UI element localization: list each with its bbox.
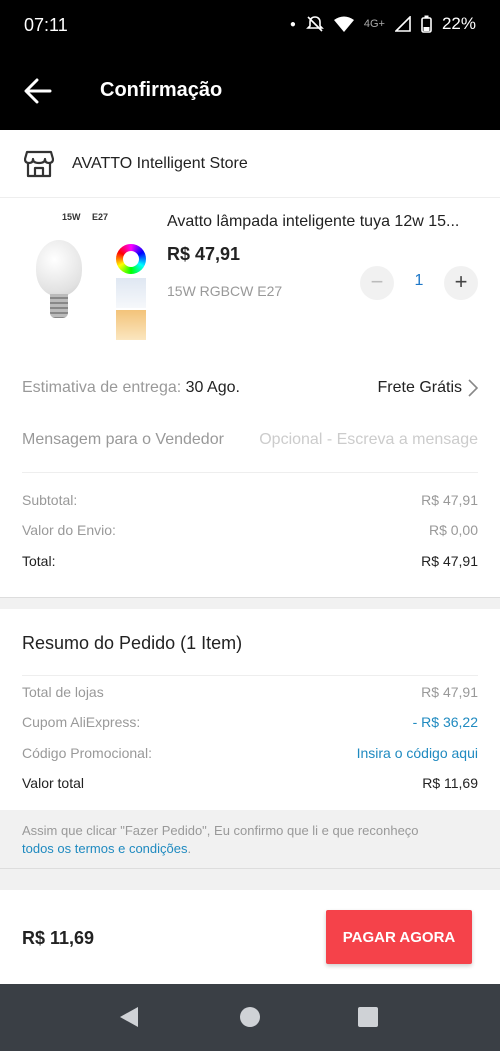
seller-message-input[interactable] xyxy=(248,431,478,449)
store-header[interactable]: AVATTO Intelligent Store xyxy=(0,130,500,198)
terms-notice: Assim que clicar "Fazer Pedido", Eu conf… xyxy=(0,810,500,868)
seller-message-row: Mensagem para o Vendedor xyxy=(22,428,478,452)
bulb-base-image xyxy=(50,294,68,318)
status-time: 07:11 xyxy=(24,15,68,35)
store-name: AVATTO Intelligent Store xyxy=(72,155,248,172)
bulb-image xyxy=(36,240,82,296)
battery-icon xyxy=(421,15,432,33)
shipping-cost-row: Valor do Envio: R$ 0,00 xyxy=(22,520,478,540)
grand-total-label: Valor total xyxy=(22,775,84,791)
nav-recents-icon[interactable] xyxy=(357,1006,379,1028)
quantity-stepper: − 1 + xyxy=(360,266,478,300)
coupon-value[interactable]: - R$ 36,22 xyxy=(413,714,478,730)
stores-total-value: R$ 47,91 xyxy=(421,684,478,700)
promo-code-label: Código Promocional: xyxy=(22,745,152,761)
page-title: Confirmação xyxy=(100,79,223,101)
delivery-date: 30 Ago. xyxy=(185,379,240,396)
increase-quantity-button[interactable]: + xyxy=(444,266,478,300)
shipping-cost-value: R$ 0,00 xyxy=(428,522,478,538)
back-arrow-icon[interactable] xyxy=(24,78,52,104)
section-divider xyxy=(0,597,500,609)
divider xyxy=(22,675,478,676)
order-summary-title: Resumo do Pedido (1 Item) xyxy=(22,633,243,653)
shipping-cost-label: Valor do Envio: xyxy=(22,522,116,538)
seller-message-label: Mensagem para o Vendedor xyxy=(22,431,224,448)
footer-total: R$ 11,69 xyxy=(22,928,95,948)
signal-icon xyxy=(394,16,411,32)
grand-total-value: R$ 11,69 xyxy=(422,775,478,791)
warm-light-image xyxy=(116,310,146,340)
store-total-value: R$ 47,91 xyxy=(421,553,478,569)
product-thumbnail[interactable]: 15W E27 xyxy=(24,210,150,340)
decrease-quantity-button[interactable]: − xyxy=(360,266,394,300)
coupon-label: Cupom AliExpress: xyxy=(22,714,141,730)
subtotal-row: Subtotal: R$ 47,91 xyxy=(22,490,478,510)
subtotal-label: Subtotal: xyxy=(22,492,78,508)
stores-total-label: Total de lojas xyxy=(22,684,104,700)
thumb-label-socket: E27 xyxy=(92,212,109,222)
notification-dot-icon: ● xyxy=(289,18,296,30)
section-divider xyxy=(0,868,500,890)
status-icons: ● 4G+ 22% xyxy=(290,14,476,34)
product-price: R$ 47,91 xyxy=(167,244,241,264)
rgb-ring-image xyxy=(116,244,146,274)
store-icon xyxy=(24,150,54,178)
delivery-estimate: Estimativa de entrega: 30 Ago. xyxy=(22,379,240,397)
quantity-value: 1 xyxy=(414,272,424,289)
nav-home-icon[interactable] xyxy=(239,1006,261,1028)
nav-back-icon[interactable] xyxy=(118,1006,140,1028)
product-variant: 15W RGBCW E27 xyxy=(167,283,283,299)
status-bar: 07:11 ● 4G+ 22% xyxy=(0,0,500,52)
subtotal-value: R$ 47,91 xyxy=(421,492,478,508)
checkout-footer: R$ 11,69 PAGAR AGORA xyxy=(0,890,500,984)
store-total-label: Total: xyxy=(22,553,56,569)
shipping-option[interactable]: Frete Grátis xyxy=(378,379,478,397)
terms-end: . xyxy=(187,841,192,856)
delivery-row[interactable]: Estimativa de entrega: 30 Ago. Frete Grá… xyxy=(22,376,478,400)
shipping-label: Frete Grátis xyxy=(377,379,462,396)
product-title[interactable]: Avatto lâmpada inteligente tuya 12w 15..… xyxy=(167,213,477,231)
network-type: 4G+ xyxy=(363,18,385,30)
app-bar: Confirmação xyxy=(0,52,500,130)
store-total-row: Total: R$ 47,91 xyxy=(22,551,478,571)
divider xyxy=(22,472,478,473)
coupon-row[interactable]: Cupom AliExpress: - R$ 36,22 xyxy=(22,712,478,732)
wifi-icon xyxy=(333,16,354,32)
grand-total-row: Valor total R$ 11,69 xyxy=(22,773,478,793)
mute-bell-icon xyxy=(305,16,324,32)
product-item: 15W E27 Avatto lâmpada inteligente tuya … xyxy=(0,198,500,348)
system-nav-bar xyxy=(0,984,500,1051)
promo-code-row[interactable]: Código Promocional: Insira o código aqui xyxy=(22,743,478,763)
cool-light-image xyxy=(116,278,146,308)
terms-text: Assim que clicar "Fazer Pedido", Eu conf… xyxy=(22,823,419,838)
promo-code-link[interactable]: Insira o código aqui xyxy=(357,745,478,761)
pay-now-button[interactable]: PAGAR AGORA xyxy=(326,910,472,964)
delivery-label: Estimativa de entrega: xyxy=(22,379,182,396)
chevron-right-icon xyxy=(468,379,478,397)
battery-level: 22% xyxy=(441,14,476,33)
stores-total-row: Total de lojas R$ 47,91 xyxy=(22,682,478,702)
thumb-label-watt: 15W xyxy=(62,212,81,222)
terms-link[interactable]: todos os termos e condições xyxy=(22,841,187,856)
